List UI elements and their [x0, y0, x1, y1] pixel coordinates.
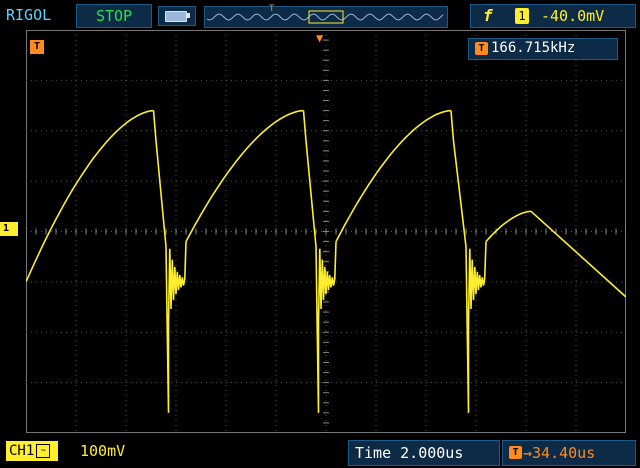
channel1-tag[interactable]: CH1 ~	[6, 441, 58, 461]
waveform-trace-segment	[335, 109, 452, 242]
trigger-position-marker[interactable]: ▼	[316, 31, 323, 45]
trigger-source-badge: 1	[515, 8, 529, 24]
memory-waveform-preview	[206, 10, 444, 24]
frequency-value: 166.715kHz	[491, 40, 576, 56]
waveform-trace-segment	[485, 210, 532, 243]
waveform-trace-segment	[185, 109, 304, 242]
trigger-icon: T	[509, 446, 522, 459]
timebase-value: Time 2.000us	[355, 444, 464, 462]
channel1-ground-marker[interactable]: 1	[0, 222, 18, 236]
waveform-trace-segment	[450, 110, 487, 413]
trigger-settings-box[interactable]: f 1 -40.0mV	[470, 4, 636, 28]
memory-depth-icon	[158, 6, 196, 26]
volts-per-div[interactable]: 100mV	[80, 442, 125, 460]
waveform-trace-segment	[152, 110, 187, 413]
frequency-readout: T 166.715kHz	[468, 38, 618, 60]
bottom-status-bar: CH1 ~ 100mV Time 2.000us T →34.40us	[0, 436, 640, 468]
graticule	[26, 30, 626, 433]
brand-label: RIGOL	[6, 6, 52, 24]
waveform-trace-segment	[302, 110, 337, 413]
trigger-level-value: -40.0mV	[541, 7, 605, 25]
trigger-icon: T	[475, 42, 488, 55]
trigger-marker-icon: T	[30, 40, 44, 54]
waveform-trace-segment	[26, 109, 154, 283]
horizontal-offset-value: →34.40us	[523, 444, 596, 462]
horizontal-offset-box[interactable]: T →34.40us	[502, 440, 636, 466]
waveform-display[interactable]	[26, 30, 626, 433]
run-stop-status[interactable]: STOP	[76, 4, 152, 28]
waveform-trace-segment	[530, 210, 626, 298]
timebase-box[interactable]: Time 2.000us	[348, 440, 500, 466]
ac-coupling-icon: ~	[36, 444, 51, 458]
channel-label: CH1	[9, 443, 35, 459]
rising-edge-icon: f	[483, 6, 493, 25]
memory-overview-strip: T	[204, 4, 448, 28]
top-status-bar: RIGOL STOP T f 1 -40.0mV	[0, 0, 640, 30]
